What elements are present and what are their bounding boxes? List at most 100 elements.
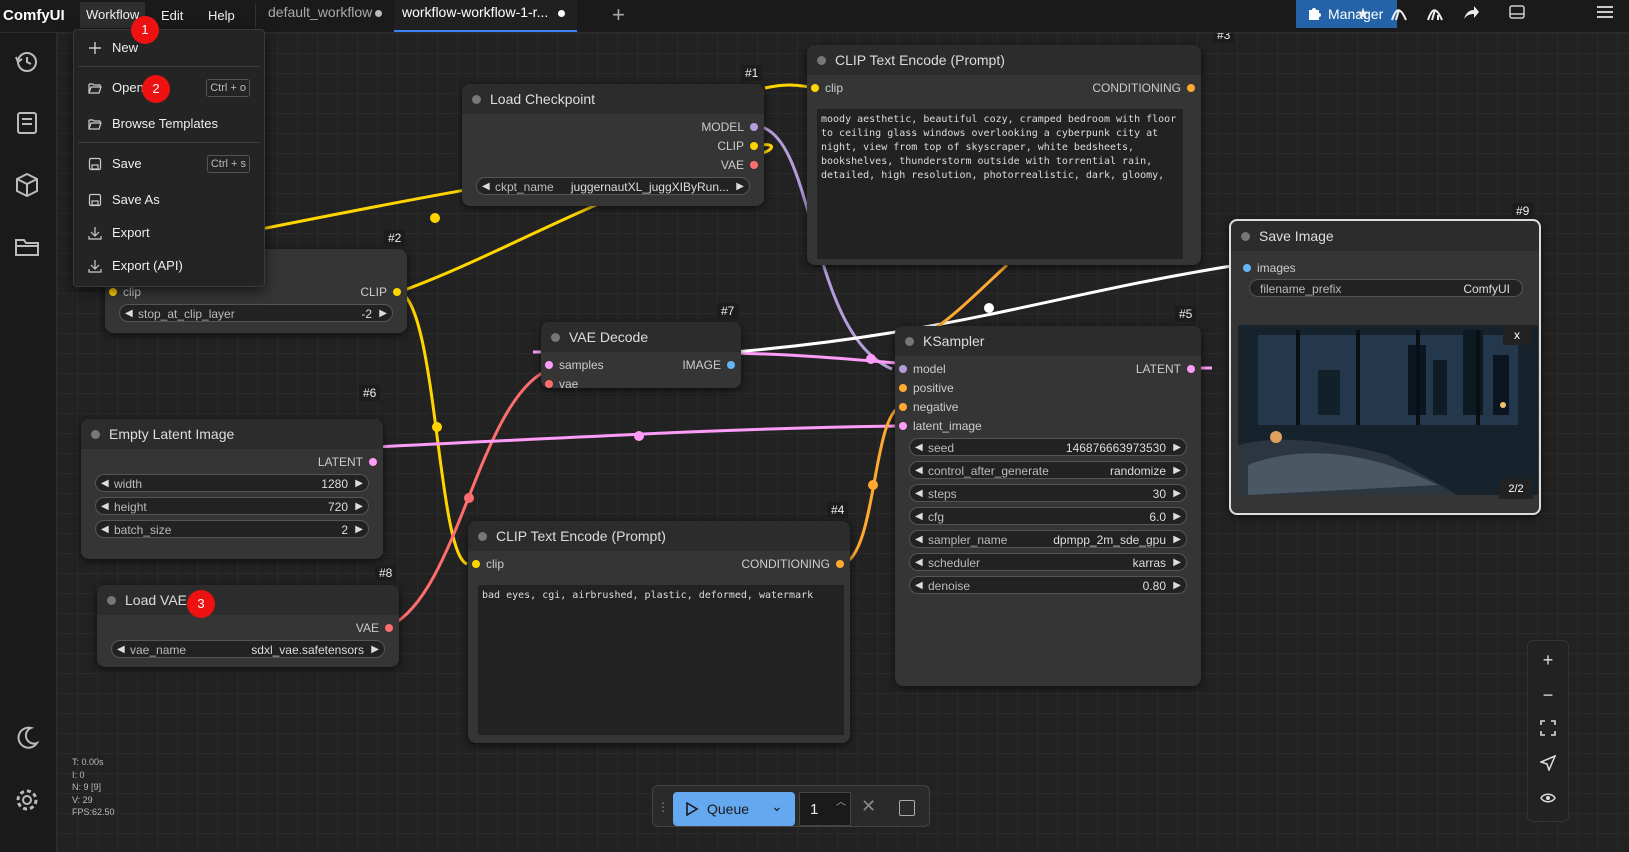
play-icon xyxy=(686,802,699,816)
fit-view-icon[interactable] xyxy=(1533,715,1563,745)
output-latent[interactable]: LATENT xyxy=(318,455,377,469)
batch-count-input[interactable]: 1 ︿ xyxy=(799,792,851,826)
chevron-down-icon[interactable]: ⌄ xyxy=(771,798,783,815)
node-id-badge: #5 xyxy=(1175,306,1197,322)
toggle-links-eye-icon[interactable] xyxy=(1533,785,1563,815)
tab-default-workflow[interactable]: default_workflow xyxy=(260,0,394,32)
node-clip-text-encode-positive[interactable]: CLIP Text Encode (Prompt) clip CONDITION… xyxy=(807,45,1201,265)
prompt-textarea[interactable]: bad eyes, cgi, airbrushed, plastic, defo… xyxy=(478,585,844,735)
input-clip[interactable]: clip xyxy=(472,557,504,571)
widget-seed[interactable]: seed146876663973530 xyxy=(909,438,1187,457)
node-title[interactable]: Empty Latent Image xyxy=(81,419,383,449)
prompt-textarea[interactable]: moody aesthetic, beautiful cozy, cramped… xyxy=(817,109,1183,259)
history-icon[interactable] xyxy=(14,49,40,75)
menu-save-as[interactable]: Save As xyxy=(74,188,264,212)
input-samples[interactable]: samples xyxy=(545,358,604,372)
graph-canvas[interactable]: Load Checkpoint MODEL CLIP VAE ckpt_name… xyxy=(57,33,1629,852)
node-title[interactable]: Save Image xyxy=(1231,221,1539,251)
menu-save[interactable]: Save Ctrl + s xyxy=(74,152,264,176)
output-latent[interactable]: LATENT xyxy=(1136,362,1195,376)
widget-batch-size[interactable]: batch_size2 xyxy=(95,520,369,539)
widget-vae-name[interactable]: vae_namesdxl_vae.safetensors xyxy=(111,640,385,659)
zoom-in-icon[interactable]: + xyxy=(1533,645,1563,675)
stop-square-icon[interactable] xyxy=(899,800,915,816)
output-vae[interactable]: VAE xyxy=(356,621,393,635)
output-image[interactable]: IMAGE xyxy=(682,358,735,372)
slot-dot-icon xyxy=(393,288,401,296)
output-clip[interactable]: CLIP xyxy=(360,285,401,299)
model-icon[interactable] xyxy=(1388,4,1410,26)
plus-icon xyxy=(89,42,101,54)
widget-filename-prefix[interactable]: filename_prefix ComfyUI xyxy=(1249,279,1523,297)
model-alt-icon[interactable] xyxy=(1424,4,1446,26)
output-conditioning[interactable]: CONDITIONING xyxy=(1092,81,1195,95)
node-title[interactable]: KSampler xyxy=(895,326,1201,356)
node-load-vae[interactable]: Load VAE VAE vae_namesdxl_vae.safetensor… xyxy=(97,585,399,667)
node-title[interactable]: Load VAE xyxy=(97,585,399,615)
node-id-badge: #4 xyxy=(827,502,849,518)
input-clip[interactable]: clip xyxy=(811,81,843,95)
new-tab-plus-icon[interactable]: + xyxy=(612,2,625,28)
node-empty-latent-image[interactable]: Empty Latent Image LATENT width1280 heig… xyxy=(81,419,383,559)
theme-moon-icon[interactable] xyxy=(14,725,40,751)
widget-width[interactable]: width1280 xyxy=(95,474,369,493)
node-title[interactable]: CLIP Text Encode (Prompt) xyxy=(468,521,850,551)
settings-gear-icon[interactable] xyxy=(14,787,40,813)
widget-cfg[interactable]: cfg6.0 xyxy=(909,507,1187,526)
widget-denoise[interactable]: denoise0.80 xyxy=(909,576,1187,595)
menu-help[interactable]: Help xyxy=(208,8,235,23)
output-model[interactable]: MODEL xyxy=(701,120,758,134)
menu-browse-templates[interactable]: Browse Templates xyxy=(74,112,264,136)
input-positive[interactable]: positive xyxy=(899,381,954,395)
menu-new[interactable]: New xyxy=(74,36,264,60)
panel-toggle-icon[interactable] xyxy=(1506,4,1528,26)
input-vae[interactable]: vae xyxy=(545,377,578,391)
node-title[interactable]: VAE Decode xyxy=(541,322,741,352)
manager-button[interactable]: Manager xyxy=(1296,0,1397,28)
queue-list-icon[interactable] xyxy=(14,110,40,136)
node-clip-text-encode-negative[interactable]: CLIP Text Encode (Prompt) clip CONDITION… xyxy=(468,521,850,743)
close-preview-button[interactable]: x xyxy=(1503,325,1531,345)
input-latent-image[interactable]: latent_image xyxy=(899,419,982,433)
widget-sampler-name[interactable]: sampler_namedpmpp_2m_sde_gpu xyxy=(909,530,1187,549)
menu-export[interactable]: Export xyxy=(74,221,264,245)
unsaved-dot-icon xyxy=(558,10,565,17)
node-title[interactable]: Load Checkpoint xyxy=(462,84,764,114)
output-clip[interactable]: CLIP xyxy=(717,139,758,153)
star-icon[interactable]: ★ xyxy=(1352,4,1374,26)
input-clip[interactable]: clip xyxy=(109,285,141,299)
node-title[interactable]: CLIP Text Encode (Prompt) xyxy=(807,45,1201,75)
increment-icon[interactable]: ︿ xyxy=(836,793,846,808)
drag-handle-icon[interactable]: ⋮ xyxy=(657,800,669,814)
node-vae-decode[interactable]: VAE Decode samples vae IMAGE xyxy=(541,322,741,391)
tab-workflow-1[interactable]: workflow-workflow-1-r... xyxy=(394,0,577,32)
widget-control-after-generate[interactable]: control_after_generaterandomize xyxy=(909,461,1187,480)
menu-edit[interactable]: Edit xyxy=(161,8,183,23)
input-negative[interactable]: negative xyxy=(899,400,958,414)
menu-export-api[interactable]: Export (API) xyxy=(74,254,264,278)
zoom-out-icon[interactable]: − xyxy=(1533,680,1563,710)
queue-button[interactable]: Queue ⌄ xyxy=(673,792,795,826)
widget-ckpt-name[interactable]: ckpt_name juggernautXL_juggXIByRun... xyxy=(476,177,750,196)
slot-dot-icon xyxy=(750,123,758,131)
workflows-folder-icon[interactable] xyxy=(14,234,40,260)
widget-scheduler[interactable]: schedulerkarras xyxy=(909,553,1187,572)
output-conditioning[interactable]: CONDITIONING xyxy=(741,557,844,571)
node-load-checkpoint[interactable]: Load Checkpoint MODEL CLIP VAE ckpt_name… xyxy=(462,84,764,206)
widget-steps[interactable]: steps30 xyxy=(909,484,1187,503)
save-disk-icon xyxy=(88,193,102,207)
cancel-x-icon[interactable]: ✕ xyxy=(861,796,876,817)
input-model[interactable]: model xyxy=(899,362,946,376)
model-library-cube-icon[interactable] xyxy=(14,172,40,198)
image-preview[interactable] xyxy=(1238,325,1538,495)
node-ksampler[interactable]: KSampler model positive negative latent_… xyxy=(895,326,1201,686)
output-vae[interactable]: VAE xyxy=(721,158,758,172)
perf-stats: T: 0.00s I: 0 N: 9 [9] V: 29 FPS:62.50 xyxy=(72,757,115,817)
pointer-mode-icon[interactable] xyxy=(1533,750,1563,780)
widget-stop-at-clip-layer[interactable]: stop_at_clip_layer -2 xyxy=(119,304,393,323)
widget-height[interactable]: height720 xyxy=(95,497,369,516)
input-images[interactable]: images xyxy=(1243,261,1296,275)
hamburger-menu-icon[interactable] xyxy=(1594,4,1616,26)
share-icon[interactable] xyxy=(1460,4,1482,26)
node-save-image[interactable]: Save Image images filename_prefix ComfyUI xyxy=(1229,219,1541,515)
